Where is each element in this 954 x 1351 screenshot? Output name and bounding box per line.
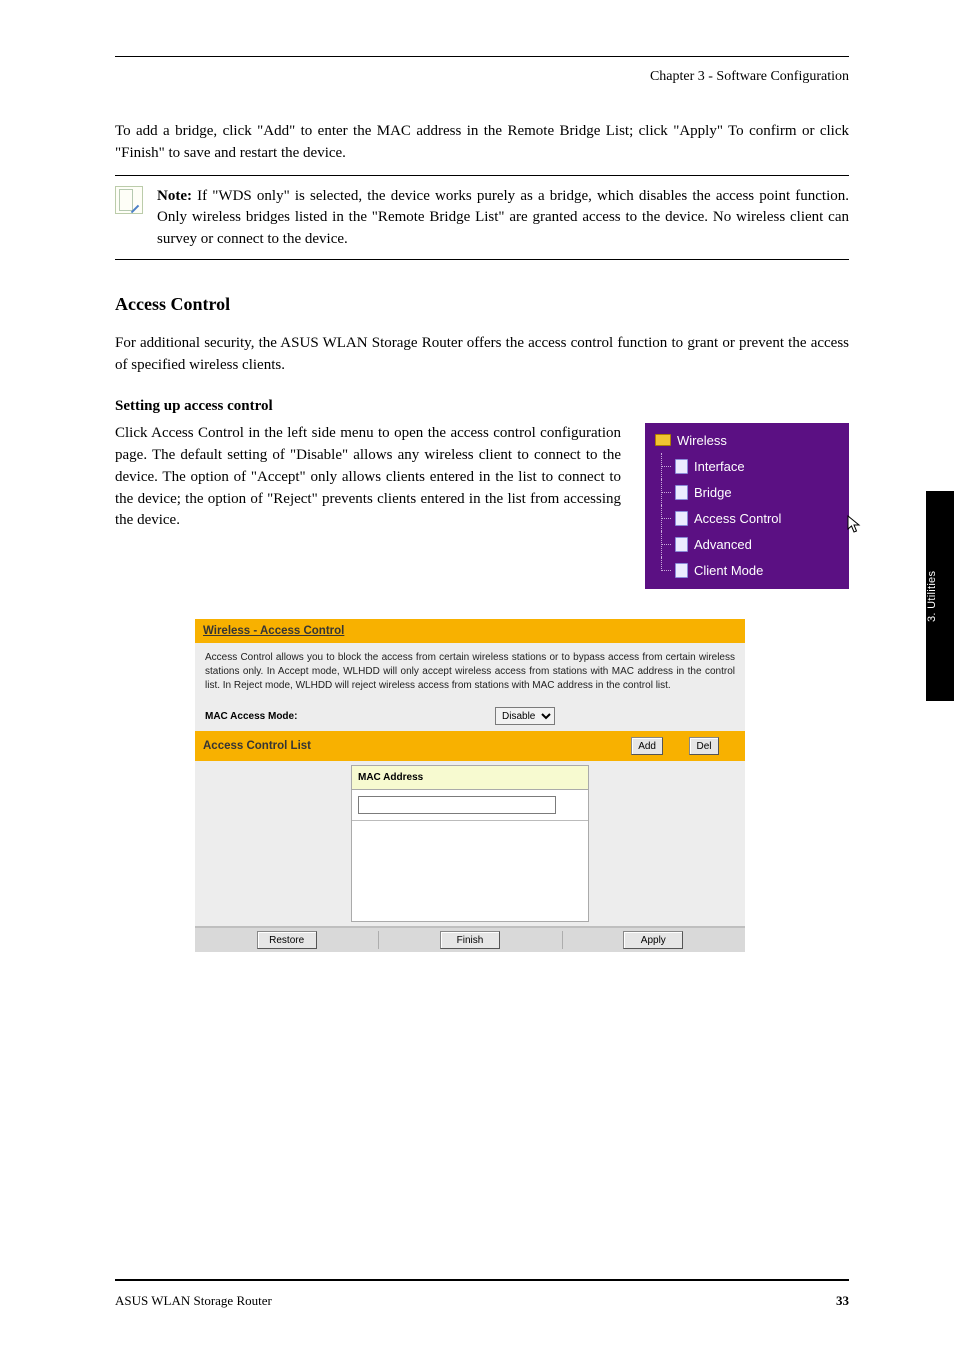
note-text: Note: If "WDS only" is selected, the dev… (157, 186, 849, 251)
panel-description: Access Control allows you to block the a… (195, 643, 745, 701)
note-separator-top (115, 175, 849, 176)
mac-access-mode-row: MAC Access Mode: Disable (195, 701, 745, 731)
mac-list-box: MAC Address (351, 765, 589, 922)
panel-button-bar: Restore Finish Apply (195, 926, 745, 952)
apply-button[interactable]: Apply (623, 931, 683, 949)
mac-list-body (352, 821, 588, 921)
side-tab-label: 3. Utilities (926, 491, 938, 701)
mac-list-header: MAC Address (352, 766, 588, 790)
note-label: Note: (157, 188, 192, 204)
config-panel: Wireless - Access Control Access Control… (195, 619, 745, 952)
sidebar-item-label: Client Mode (694, 563, 763, 578)
subsection-heading-setup: Setting up access control (115, 398, 849, 415)
add-button[interactable]: Add (631, 737, 663, 755)
paragraph-access-control-intro: For additional security, the ASUS WLAN S… (115, 333, 849, 377)
sidebar-item-label: Bridge (694, 485, 732, 500)
cursor-icon (847, 515, 863, 533)
page-icon (675, 459, 688, 474)
panel-title-list-row: Access Control List Add Del (195, 731, 745, 761)
del-button[interactable]: Del (689, 737, 719, 755)
sidebar-item-interface[interactable]: Interface (645, 453, 849, 479)
mac-list-wrap: MAC Address (195, 761, 745, 926)
sidebar-menu: Wireless Interface Bridge Access Control (645, 423, 849, 589)
paragraph-setup-details: Click Access Control in the left side me… (115, 423, 621, 532)
page-icon (675, 537, 688, 552)
restore-button[interactable]: Restore (257, 931, 317, 949)
page-icon (675, 563, 688, 578)
note-body: If "WDS only" is selected, the device wo… (157, 188, 849, 248)
section-heading-access-control: Access Control (115, 294, 849, 315)
mac-input-row (352, 790, 588, 821)
sidebar-item-label: Interface (694, 459, 745, 474)
sidebar-item-advanced[interactable]: Advanced (645, 531, 849, 557)
mac-address-input[interactable] (358, 796, 556, 814)
sidebar-item-label: Advanced (694, 537, 752, 552)
sidebar-item-access-control[interactable]: Access Control (645, 505, 849, 531)
sidebar-item-wireless[interactable]: Wireless (645, 427, 849, 453)
note-block: Note: If "WDS only" is selected, the dev… (115, 186, 849, 251)
top-rule (115, 56, 849, 57)
mac-access-mode-label: MAC Access Mode: (205, 711, 495, 722)
panel-title-list: Access Control List (203, 740, 311, 752)
page-icon (675, 485, 688, 500)
chapter-title: Chapter 3 - Software Configuration (115, 69, 849, 85)
sidebar-item-bridge[interactable]: Bridge (645, 479, 849, 505)
sidebar-item-client-mode[interactable]: Client Mode (645, 557, 849, 583)
note-separator-bottom (115, 259, 849, 260)
folder-icon (655, 434, 671, 446)
sidebar-item-label: Wireless (677, 433, 727, 448)
side-tab: 3. Utilities (926, 491, 954, 701)
note-icon (115, 186, 143, 214)
footer-rule (115, 1279, 849, 1281)
page-icon (675, 511, 688, 526)
footer-product: ASUS WLAN Storage Router (115, 1293, 272, 1309)
mac-access-mode-select[interactable]: Disable (495, 707, 555, 725)
sidebar-item-label: Access Control (694, 511, 781, 526)
paragraph-add-bridge: To add a bridge, click "Add" to enter th… (115, 121, 849, 165)
panel-title-main: Wireless - Access Control (195, 619, 745, 643)
footer-page-number: 33 (836, 1293, 849, 1309)
finish-button[interactable]: Finish (440, 931, 500, 949)
